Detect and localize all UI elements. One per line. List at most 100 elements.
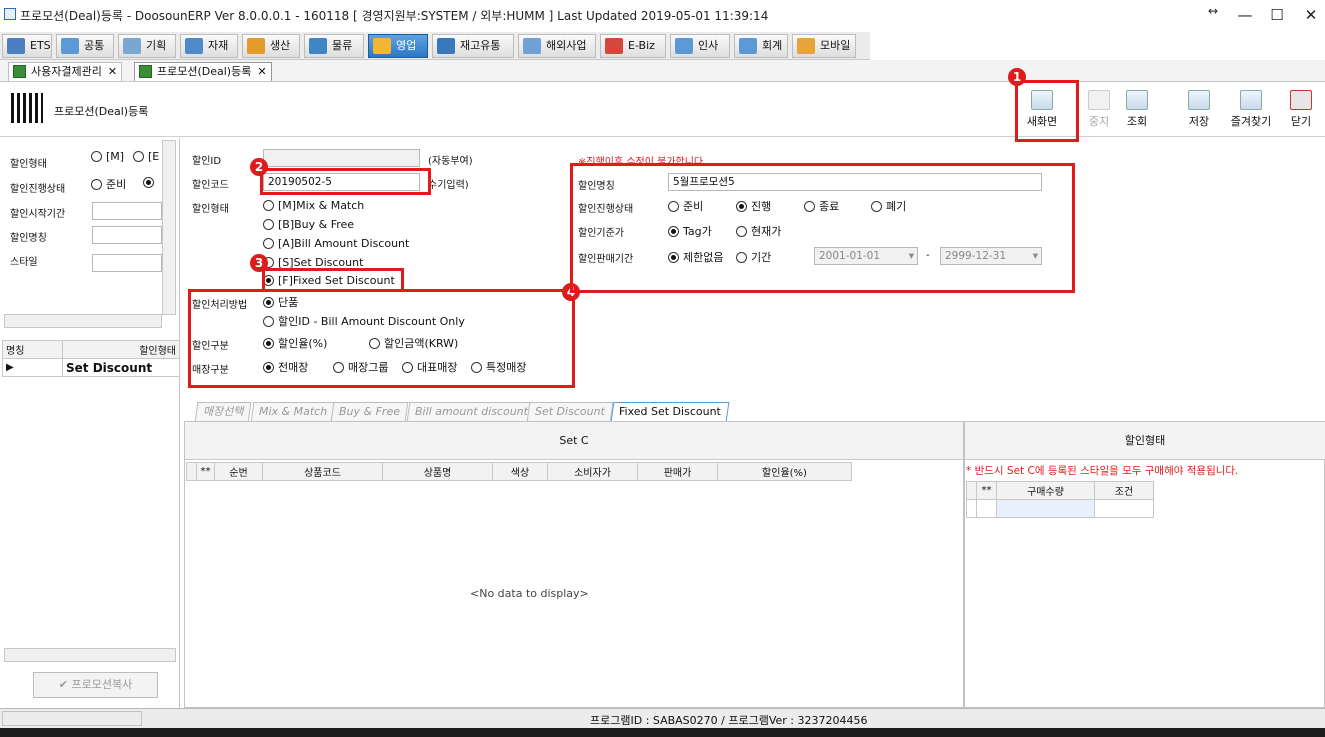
menu-material[interactable]: 자재 — [180, 34, 238, 58]
col-name-header: 명칭 — [2, 340, 63, 359]
annotation-badge-2: 2 — [250, 158, 268, 176]
col-seq-header: 순번 — [214, 462, 263, 481]
menu-production[interactable]: 생산 — [242, 34, 300, 58]
close-tab-icon[interactable]: ✕ — [257, 63, 266, 80]
tab-set-discount[interactable]: Set Discount — [526, 402, 614, 422]
col-condition-header: 조건 — [1094, 481, 1154, 500]
copy-promotion-button[interactable]: ✔ 프로모션복사 — [33, 672, 158, 698]
col-color-header: 색상 — [492, 462, 548, 481]
close-window-button[interactable]: ✕ — [1296, 4, 1325, 26]
col-product-code-header: 상품코드 — [262, 462, 383, 481]
type-option-b[interactable]: [B]Buy & Free — [263, 218, 354, 231]
filter-status-label: 할인진행상태 — [10, 184, 66, 195]
tab-buy-free[interactable]: Buy & Free — [330, 402, 409, 422]
production-icon — [247, 38, 265, 54]
ets-icon — [7, 38, 25, 54]
tab-user-approval[interactable]: 사용자결제관리 ✕ — [8, 62, 123, 81]
save-button[interactable]: 저장 — [1180, 86, 1218, 132]
set-c-notice: * 반드시 Set C에 등록된 스타일을 모두 구매해야 적용됩니다. — [966, 465, 1239, 477]
filter-status-other[interactable] — [143, 176, 158, 189]
menu-inventory[interactable]: 재고유통 — [432, 34, 514, 58]
table-row[interactable] — [966, 499, 1154, 518]
grid-icon — [13, 65, 26, 78]
logistics-icon — [309, 38, 327, 54]
restore-icon[interactable]: ↔ — [1198, 0, 1228, 22]
tab-bill-amount[interactable]: Bill amount discount — [406, 402, 537, 422]
maximize-button[interactable]: ☐ — [1262, 4, 1292, 26]
save-icon — [1188, 90, 1210, 110]
filter-name-input[interactable] — [92, 226, 162, 244]
row-selector-header — [186, 462, 197, 481]
table-row[interactable]: ▶ Set Discount — [2, 358, 180, 377]
common-icon — [61, 38, 79, 54]
col-flag-header: ** — [196, 462, 215, 481]
overseas-icon — [523, 38, 541, 54]
qr-code-icon — [11, 93, 43, 123]
menu-logistics[interactable]: 물류 — [304, 34, 364, 58]
type-option-a[interactable]: [A]Bill Amount Discount — [263, 237, 409, 250]
annotation-badge-3: 3 — [250, 254, 268, 272]
promotion-list-grid: 명칭 할인형태 ▶ Set Discount — [2, 340, 180, 377]
annotation-badge-1: 1 — [1008, 68, 1026, 86]
program-info: 프로그램ID : SABAS0270 / 프로그램Ver : 323720445… — [590, 714, 868, 727]
menu-ebiz[interactable]: E-Biz — [600, 34, 666, 58]
status-bar: 프로그램ID : SABAS0270 / 프로그램Ver : 323720445… — [0, 708, 1325, 728]
accounting-icon — [739, 38, 757, 54]
col-discount-rate-header: 할인율(%) — [717, 462, 852, 481]
close-icon — [1290, 90, 1312, 110]
filter-name-label: 할인명칭 — [10, 233, 47, 244]
row-selector-header — [966, 481, 977, 500]
window-title-bar: 프로모션(Deal)등록 - DoosounERP Ver 8.0.0.0.1 … — [0, 0, 1325, 32]
close-screen-button[interactable]: 닫기 — [1282, 86, 1320, 132]
minimize-button[interactable]: — — [1230, 4, 1260, 26]
filter-style-label: 스타일 — [10, 257, 38, 268]
tab-store-select[interactable]: 매장선택 — [194, 402, 252, 422]
sales-icon — [373, 38, 391, 54]
favorite-button[interactable]: 즐겨찾기 — [1228, 86, 1274, 132]
annotation-box-5 — [570, 163, 1075, 293]
tab-mix-match[interactable]: Mix & Match — [250, 402, 336, 422]
mobile-icon — [797, 38, 815, 54]
ebiz-icon — [605, 38, 623, 54]
col-quantity-header: 구매수량 — [996, 481, 1095, 500]
star-icon — [1240, 90, 1262, 110]
stop-button[interactable]: 중지 — [1080, 86, 1118, 132]
status-cell — [2, 711, 142, 726]
menu-mobile[interactable]: 모바일 — [792, 34, 856, 58]
col-consumer-price-header: 소비자가 — [547, 462, 638, 481]
menu-sales[interactable]: 영업 — [368, 34, 428, 58]
discount-id-label: 할인ID — [192, 156, 222, 167]
document-tab-bar: 사용자결제관리 ✕ 프로모션(Deal)등록 ✕ — [0, 60, 1325, 82]
discount-code-note: 수기입력) — [428, 180, 469, 191]
tab-promotion-deal[interactable]: 프로모션(Deal)등록 ✕ — [134, 62, 272, 81]
no-data-message: <No data to display> — [470, 587, 589, 600]
grid-icon — [139, 65, 152, 78]
filter-type-e[interactable]: [E — [133, 150, 159, 163]
row-type: Set Discount — [62, 358, 180, 377]
stop-icon — [1088, 90, 1110, 110]
app-icon — [4, 8, 16, 20]
menu-hr[interactable]: 인사 — [670, 34, 730, 58]
menu-planning[interactable]: 기획 — [118, 34, 176, 58]
menu-common[interactable]: 공통 — [56, 34, 114, 58]
filter-start-input[interactable] — [92, 202, 162, 220]
menu-accounting[interactable]: 회계 — [734, 34, 788, 58]
annotation-box-4 — [188, 289, 575, 388]
left-vertical-scrollbar[interactable] — [162, 140, 176, 315]
filter-type-label: 할인형태 — [10, 159, 47, 170]
menu-overseas[interactable]: 해외사업 — [518, 34, 596, 58]
tab-fixed-set-discount[interactable]: Fixed Set Discount — [610, 402, 730, 422]
list-horizontal-scrollbar[interactable] — [4, 648, 176, 662]
filter-type-m[interactable]: [M] — [91, 150, 124, 163]
close-tab-icon[interactable]: ✕ — [108, 63, 117, 80]
search-button[interactable]: 조회 — [1118, 86, 1156, 132]
discount-id-input[interactable] — [263, 149, 420, 167]
filter-status-ready[interactable]: 준비 — [91, 176, 126, 192]
left-horizontal-scrollbar[interactable] — [4, 314, 162, 328]
set-c-grid: ** 순번 상품코드 상품명 색상 소비자가 판매가 할인율(%) — [186, 462, 852, 481]
menu-ets[interactable]: ETS — [2, 34, 52, 58]
module-menu-bar: ETS 공통 기획 자재 생산 물류 영업 재고유통 해외사업 E-Biz 인사… — [0, 32, 870, 60]
filter-style-input[interactable] — [92, 254, 162, 272]
page-title: 프로모션(Deal)등록 — [54, 105, 149, 118]
type-option-m[interactable]: [M]Mix & Match — [263, 199, 364, 212]
